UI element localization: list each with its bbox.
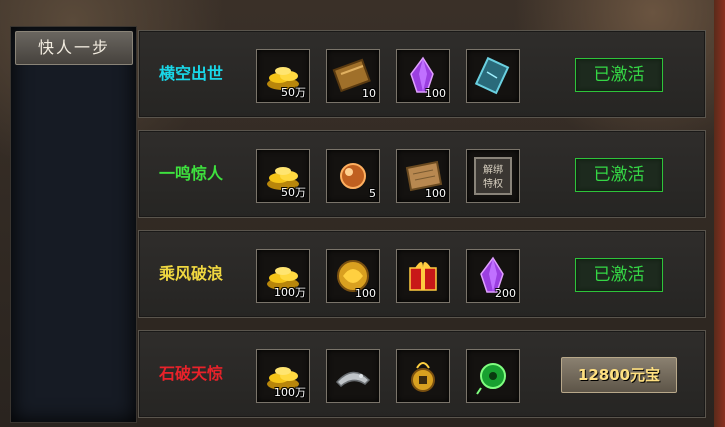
red-gift-box-item-slot[interactable] bbox=[396, 249, 450, 303]
blue-scroll-item-slot[interactable] bbox=[466, 49, 520, 103]
item-quantity: 200 bbox=[495, 287, 516, 300]
tier-title: 乘风破浪 bbox=[158, 264, 223, 283]
tier-row: 乘风破浪 100万 100 200 已激活 bbox=[138, 230, 706, 318]
item-quantity: 5 bbox=[369, 187, 376, 200]
tier-title: 石破天惊 bbox=[158, 364, 223, 383]
activated-status-button[interactable]: 已激活 bbox=[575, 58, 663, 92]
tier-row: 横空出世 50万 10 100 已激活 bbox=[138, 30, 706, 118]
svg-text:特权: 特权 bbox=[483, 177, 503, 190]
item-quantity: 50万 bbox=[281, 86, 306, 99]
svg-text:解绑: 解绑 bbox=[483, 163, 503, 176]
parchment-item-slot[interactable]: 100 bbox=[396, 149, 450, 203]
item-quantity: 100 bbox=[425, 87, 446, 100]
gold-coins-item-slot[interactable]: 100万 bbox=[256, 349, 310, 403]
wooden-token-item-slot[interactable]: 10 bbox=[326, 49, 380, 103]
activated-status-button[interactable]: 已激活 bbox=[575, 258, 663, 292]
gold-medal-item-slot[interactable]: 100 bbox=[326, 249, 380, 303]
sidebar: 快人一步 bbox=[10, 26, 137, 423]
gold-coins-item-slot[interactable]: 100万 bbox=[256, 249, 310, 303]
tier-row: 石破天惊 100万 12800元宝 bbox=[138, 330, 706, 418]
buy-button[interactable]: 12800元宝 bbox=[561, 357, 677, 393]
item-quantity: 50万 bbox=[281, 186, 306, 199]
item-quantity: 100万 bbox=[274, 286, 306, 299]
unbind-privilege-item-slot[interactable]: 解绑 特权 bbox=[466, 149, 520, 203]
gold-coins-item-slot[interactable]: 50万 bbox=[256, 149, 310, 203]
item-quantity: 100 bbox=[425, 187, 446, 200]
tier-title: 横空出世 bbox=[158, 64, 223, 83]
item-quantity: 10 bbox=[362, 87, 376, 100]
purple-crystal-item-slot[interactable]: 100 bbox=[396, 49, 450, 103]
green-jade-item-slot[interactable] bbox=[466, 349, 520, 403]
item-quantity: 100万 bbox=[274, 386, 306, 399]
gold-amulet-item-slot[interactable] bbox=[396, 349, 450, 403]
tab-kuai-ren-yi-bu[interactable]: 快人一步 bbox=[15, 31, 133, 65]
tier-row: 一鸣惊人 50万 5 100 解绑 特权 已激活 bbox=[138, 130, 706, 218]
silver-helmet-item-slot[interactable] bbox=[326, 349, 380, 403]
gold-coins-item-slot[interactable]: 50万 bbox=[256, 49, 310, 103]
purple-crystal-item-slot[interactable]: 200 bbox=[466, 249, 520, 303]
item-quantity: 100 bbox=[355, 287, 376, 300]
orb-item-slot[interactable]: 5 bbox=[326, 149, 380, 203]
activated-status-button[interactable]: 已激活 bbox=[575, 158, 663, 192]
frame-edge bbox=[714, 0, 725, 427]
tier-title: 一鸣惊人 bbox=[158, 164, 223, 183]
